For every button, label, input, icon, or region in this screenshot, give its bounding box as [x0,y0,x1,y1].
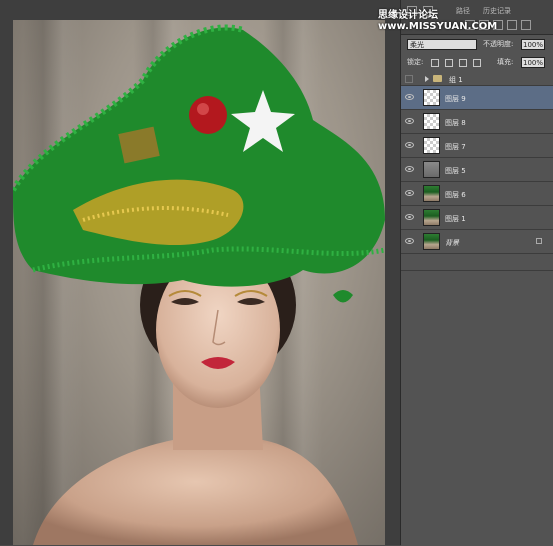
layer-thumbnail [423,137,440,154]
photo-illustration [13,24,385,545]
layer-thumbnail [423,185,440,202]
lock-pixels-icon[interactable] [445,59,453,67]
layer-row-5[interactable]: 图层 5 [401,158,553,182]
document-photo[interactable] [13,20,385,545]
layer-row-7[interactable]: 图层 7 [401,134,553,158]
lock-transparency-icon[interactable] [431,59,439,67]
fill-field[interactable]: 100% [521,57,545,68]
lock-position-icon[interactable] [459,59,467,67]
layer-name: 图层 7 [445,143,466,151]
shoulders [33,440,358,545]
layer-name: 组 1 [449,76,463,84]
tinsel-hat [13,24,385,303]
layer-list-empty-area[interactable] [401,270,553,546]
eye-icon[interactable] [405,166,414,172]
layer-row-8[interactable]: 图层 8 [401,110,553,134]
layer-name: 图层 8 [445,119,466,127]
layer-thumbnail [423,113,440,130]
layer-name: 图层 9 [445,95,466,103]
blend-mode-select[interactable]: 柔光 [407,39,477,50]
layer-name: 图层 1 [445,215,466,223]
layer-name: 图层 5 [445,167,466,175]
eye-icon[interactable] [405,118,414,124]
opacity-label: 不透明度: [483,40,514,48]
layer-thumbnail [423,209,440,226]
eye-icon[interactable] [405,214,414,220]
watermark: 思缘设计论坛 www.MISSYUAN.COM [378,10,498,32]
eye-icon[interactable] [405,238,414,244]
layers-panel: 路径 历史记录 柔光 不透明度: 100% 锁定: 填充: 100% 组 1 图… [400,0,553,546]
layer-thumbnail [423,233,440,250]
blend-row: 柔光 不透明度: 100% [403,37,553,52]
fill-label: 填充: [497,58,514,66]
eye-icon[interactable] [405,190,414,196]
layer-row-1[interactable]: 图层 1 [401,206,553,230]
lock-label: 锁定: [407,58,424,66]
eye-icon[interactable] [405,94,414,100]
layer-row-9[interactable]: 图层 9 [401,86,553,110]
lock-icon [536,238,542,244]
layer-row-6[interactable]: 图层 6 [401,182,553,206]
layer-name: 背景 [445,239,459,247]
layer-name: 图层 6 [445,191,466,199]
folder-icon [433,75,442,82]
eye-icon[interactable] [405,142,414,148]
layer-row-background[interactable]: 背景 [401,230,553,254]
lock-row: 锁定: 填充: 100% [403,55,553,70]
layer-thumbnail [423,161,440,178]
layer-thumbnail [423,89,440,106]
visibility-off-icon[interactable] [405,75,413,83]
opacity-field[interactable]: 100% [521,39,545,50]
canvas-area[interactable] [0,0,400,545]
layer-group-1[interactable]: 组 1 [401,72,553,86]
expand-arrow-icon[interactable] [425,76,429,82]
lock-all-icon[interactable] [473,59,481,67]
